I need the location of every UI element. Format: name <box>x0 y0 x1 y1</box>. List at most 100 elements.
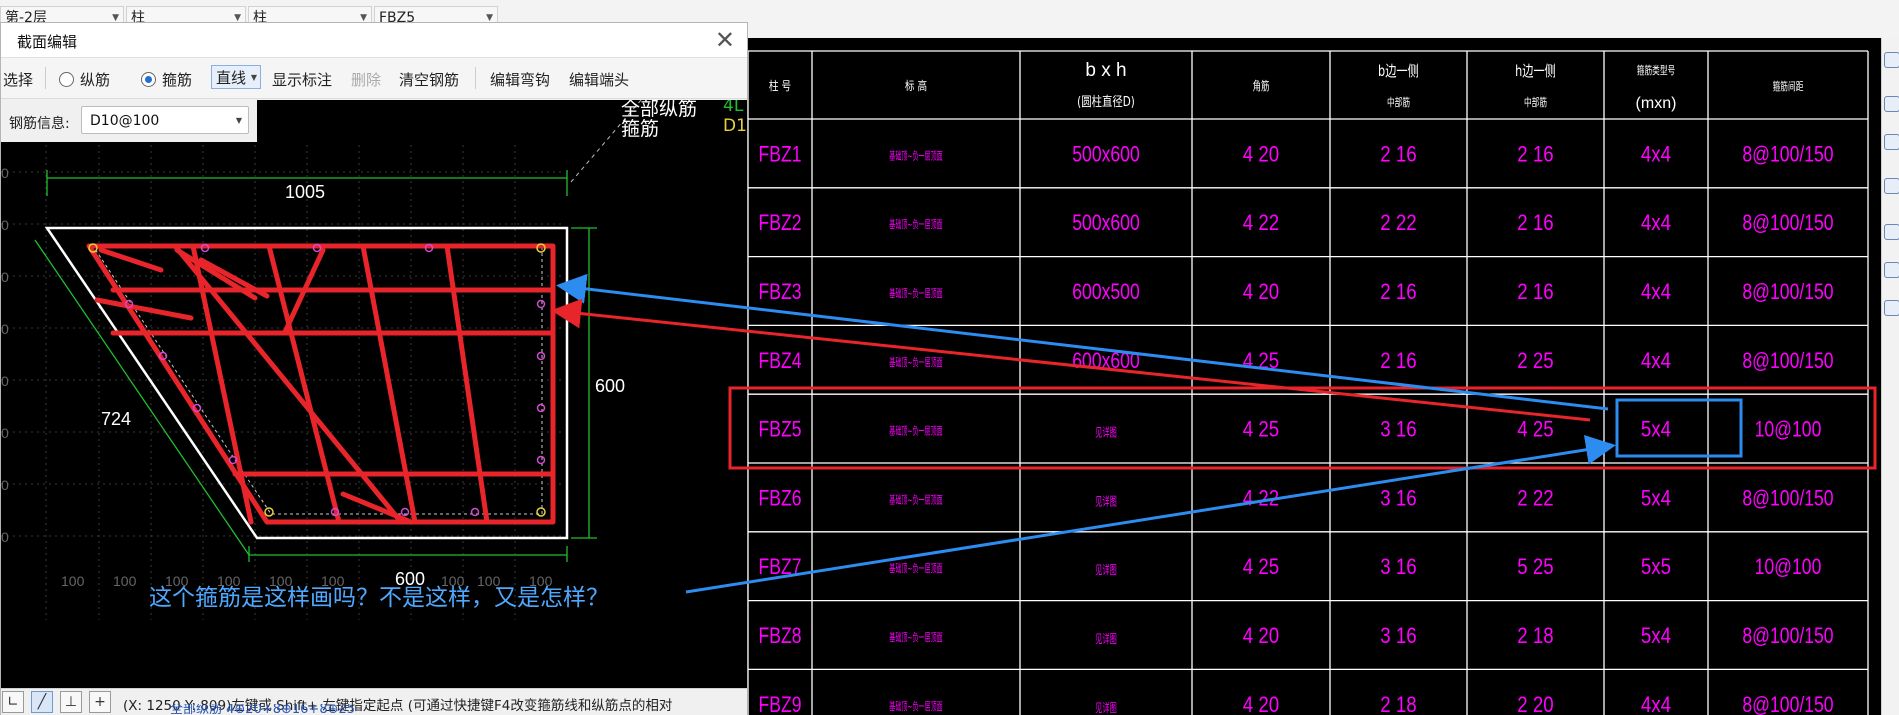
cell-hmid: 2 20 <box>1517 693 1553 715</box>
cell-elevation: 基础顶~负一层顶面 <box>889 148 942 163</box>
toolbar-divider <box>475 67 476 89</box>
cell-elevation: 基础顶~负一层顶面 <box>889 286 942 301</box>
longitudinal-label: 纵筋 <box>80 71 111 89</box>
y-axis-label: 0 <box>1 217 9 233</box>
header-col-spacing: 箍筋间距 <box>1773 80 1804 94</box>
cell-elevation: 基础顶~负一层顶面 <box>889 355 942 370</box>
y-axis-label: 0 <box>1 269 9 285</box>
radio-icon <box>59 72 74 87</box>
cell-bmid: 2 22 <box>1380 212 1416 236</box>
header-col-hmid-sub: 中部筋 <box>1524 96 1547 110</box>
delete-button[interactable]: 删除 <box>351 69 381 90</box>
cell-size: 600x600 <box>1072 349 1139 373</box>
line-type-value: 直线 <box>216 69 247 87</box>
cell-hmid: 2 16 <box>1517 143 1553 167</box>
edit-hook-button[interactable]: 编辑弯钩 <box>490 69 550 90</box>
cell-corner: 4 20 <box>1243 625 1279 649</box>
stirrup-drawing <box>86 243 556 525</box>
cell-name: FBZ2 <box>759 211 802 235</box>
edit-end-button[interactable]: 编辑端头 <box>569 69 629 90</box>
cell-type: 5x4 <box>1641 625 1671 649</box>
question-annotation: 这个箍筋是这样画吗？不是这样，又是怎样？ <box>149 585 609 611</box>
dim-top: 1005 <box>285 182 325 202</box>
cell-bmid: 2 16 <box>1380 281 1416 305</box>
cell-size: 500x600 <box>1072 211 1139 235</box>
rebar-info-label: 钢筋信息: <box>9 116 70 132</box>
header-col-name: 柱 号 <box>769 78 791 93</box>
ortho-icon[interactable]: ∟ <box>2 691 24 713</box>
header-col-type-sub: (mxn) <box>1636 95 1677 112</box>
cell-bmid: 3 16 <box>1380 487 1416 511</box>
rebar-info-select[interactable]: D10@100 ▼ <box>81 106 249 134</box>
y-axis-label: 0 <box>1 529 9 545</box>
cell-name: FBZ7 <box>759 555 802 579</box>
cell-spacing: 8@100/150 <box>1742 211 1833 235</box>
cell-size: 见详图 <box>1095 424 1117 440</box>
y-axis-label: 0 <box>1 425 9 441</box>
cell-elevation: 基础顶~负一层顶面 <box>889 630 942 645</box>
cell-corner: 4 22 <box>1243 212 1279 236</box>
cell-name: FBZ5 <box>759 418 802 442</box>
header-col-bmid-sub: 中部筋 <box>1387 96 1410 110</box>
longitudinal-radio[interactable]: 纵筋 <box>59 69 110 90</box>
toolbar-divider <box>45 67 46 89</box>
cell-spacing: 10@100 <box>1755 555 1822 579</box>
bottom-strip: 全部纵筋 4⊕20+8⊕16+8⊕25 <box>170 704 640 715</box>
cell-type: 5x5 <box>1641 556 1671 580</box>
radio-checked-icon <box>141 72 156 87</box>
legend-value-1: 4L <box>723 100 744 116</box>
cell-bmid: 3 16 <box>1380 556 1416 580</box>
section-edit-dialog: 截面编辑 ✕ 选择 纵筋 箍筋 直线 ▼ 显示标注 删除 清空钢筋 编辑弯钩 编辑… <box>0 22 748 715</box>
perpendicular-icon[interactable]: ⊥ <box>60 691 82 713</box>
cell-type: 4x4 <box>1641 143 1671 167</box>
section-canvas[interactable]: 1005 600 724 600 0 0 0 0 0 0 0 0 100 100… <box>1 100 747 688</box>
cell-spacing: 8@100/150 <box>1742 487 1833 511</box>
stirrup-radio[interactable]: 箍筋 <box>141 69 192 90</box>
header-col-size: b x h <box>1085 60 1126 81</box>
legend-value-2: D1 <box>723 116 747 136</box>
line-mode-icon[interactable]: ╱ <box>31 691 53 713</box>
clear-rebar-button[interactable]: 清空钢筋 <box>399 69 459 90</box>
dim-right: 600 <box>595 376 625 396</box>
cell-hmid: 5 25 <box>1517 556 1553 580</box>
cell-type: 5x4 <box>1641 418 1671 442</box>
line-type-select[interactable]: 直线 ▼ <box>211 65 261 89</box>
cell-size: 600x500 <box>1072 280 1139 304</box>
close-icon[interactable]: ✕ <box>715 26 735 54</box>
cell-bmid: 2 16 <box>1380 349 1416 373</box>
cell-bmid: 2 18 <box>1380 693 1416 715</box>
y-axis-label: 0 <box>1 477 9 493</box>
table-text: 柱 号 标 高 b x h (圆柱直径D) 角筋 b边一侧中部筋 h边一侧中部筋 箍筋类型号 (… <box>759 60 1834 715</box>
section-outline <box>44 226 569 540</box>
cell-name: FBZ4 <box>759 349 802 373</box>
legend-stirrup: 箍筋 <box>621 118 660 140</box>
cell-hmid: 2 16 <box>1517 212 1553 236</box>
cell-size: 见详图 <box>1095 700 1117 715</box>
cell-type: 4x4 <box>1641 212 1671 236</box>
dialog-titlebar: 截面编辑 ✕ <box>1 23 747 58</box>
cell-spacing: 10@100 <box>1755 418 1822 442</box>
cell-spacing: 8@100/150 <box>1742 143 1833 167</box>
cell-bmid: 3 16 <box>1380 625 1416 649</box>
cell-type: 4x4 <box>1641 693 1671 715</box>
y-axis-label: 0 <box>1 373 9 389</box>
cell-size: 见详图 <box>1095 562 1117 578</box>
cell-size: 500x600 <box>1072 143 1139 167</box>
cell-type: 5x4 <box>1641 487 1671 511</box>
cell-type: 4x4 <box>1641 349 1671 373</box>
add-point-icon[interactable]: + <box>89 691 111 713</box>
show-dims-button[interactable]: 显示标注 <box>272 69 332 90</box>
cell-spacing: 8@100/150 <box>1742 280 1833 304</box>
cell-name: FBZ8 <box>759 624 802 648</box>
y-axis-label: 0 <box>1 321 9 337</box>
cell-elevation: 基础顶~负一层顶面 <box>889 423 942 438</box>
cell-type: 4x4 <box>1641 281 1671 305</box>
select-tool[interactable]: 选择 <box>3 69 33 90</box>
cell-size: 见详图 <box>1095 631 1117 647</box>
cell-corner: 4 20 <box>1243 693 1279 715</box>
header-col-corner: 角筋 <box>1253 78 1270 93</box>
cell-elevation: 基础顶~负一层顶面 <box>889 699 942 714</box>
dialog-toolbar: 选择 纵筋 箍筋 直线 ▼ 显示标注 删除 清空钢筋 编辑弯钩 编辑端头 <box>1 58 747 99</box>
cell-bmid: 2 16 <box>1380 143 1416 167</box>
cell-hmid: 2 18 <box>1517 625 1553 649</box>
